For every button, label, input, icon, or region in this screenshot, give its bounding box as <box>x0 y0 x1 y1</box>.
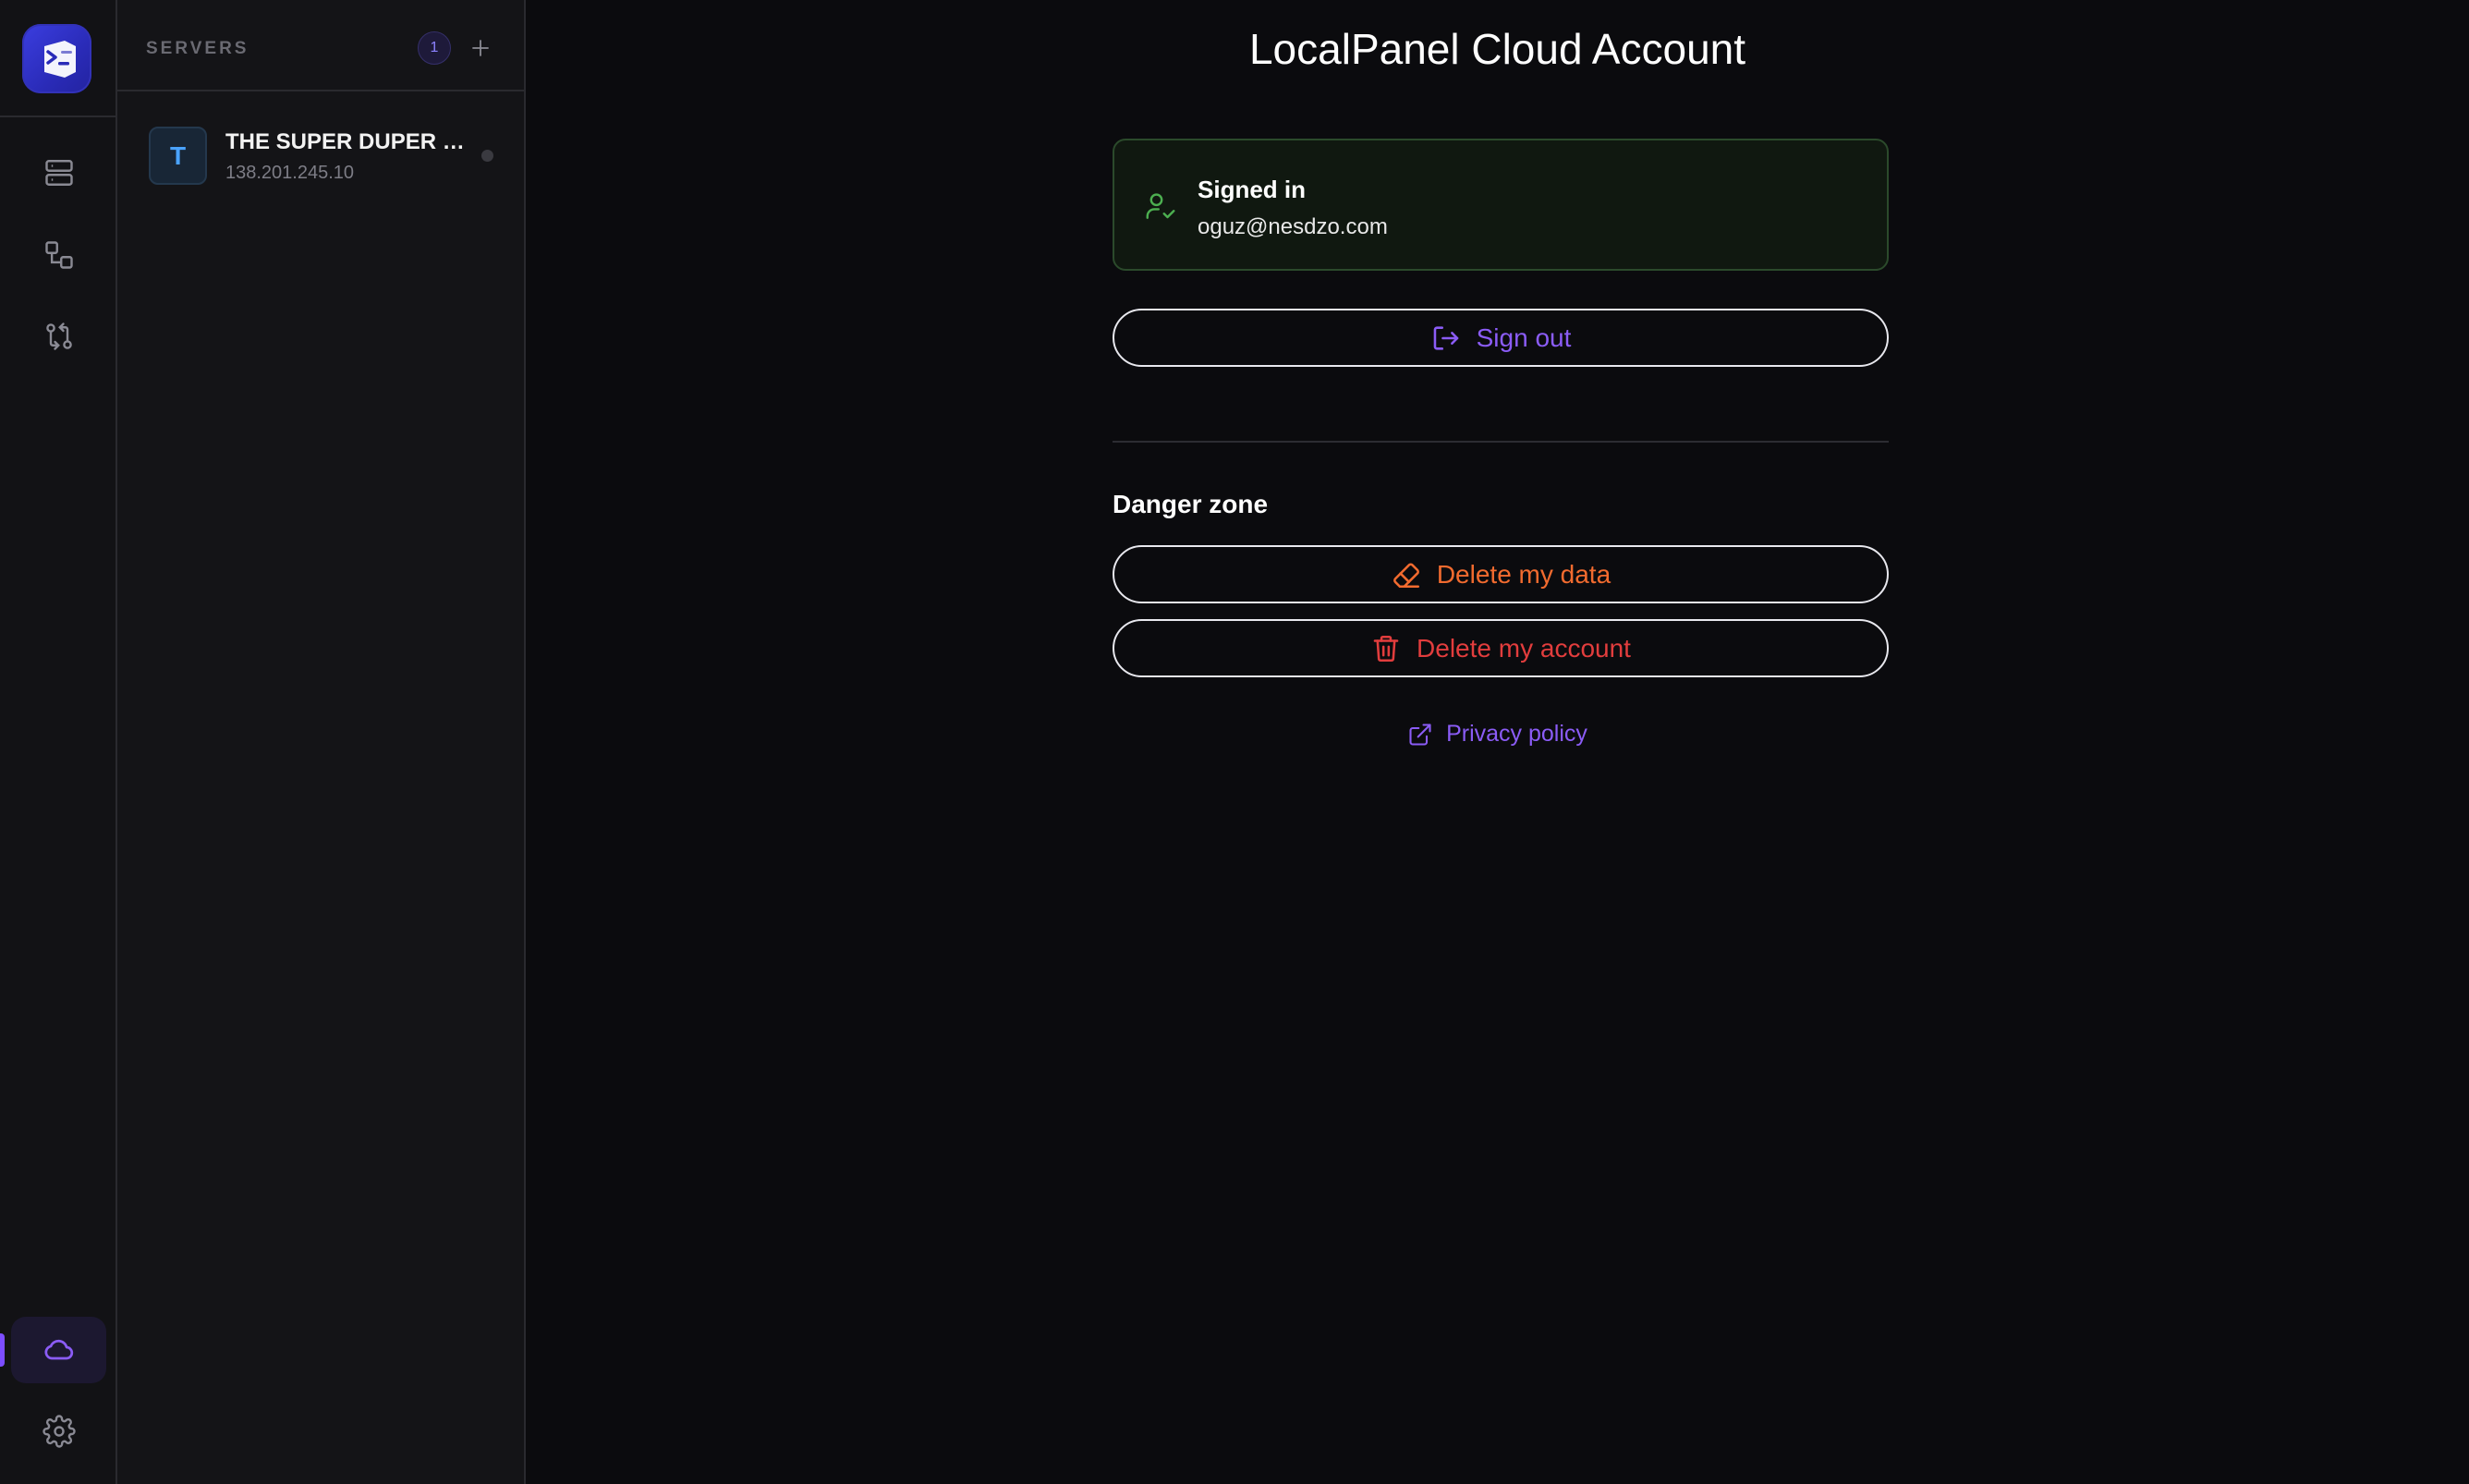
gear-icon <box>42 1415 76 1448</box>
delete-data-label: Delete my data <box>1436 559 1612 589</box>
servers-count-badge: 1 <box>418 31 451 65</box>
add-server-button[interactable] <box>462 30 499 67</box>
account-email: oguz@nesdzo.com <box>1198 214 1388 239</box>
nav-settings-button[interactable] <box>11 1398 106 1465</box>
signed-in-label: Signed in <box>1198 176 1306 203</box>
sign-out-label: Sign out <box>1476 322 1572 352</box>
nav-servers-button[interactable] <box>11 140 106 206</box>
signed-in-card: Signed in oguz@nesdzo.com <box>1113 139 1889 271</box>
log-out-icon <box>1433 325 1458 350</box>
delete-account-button[interactable]: Delete my account <box>1113 619 1889 677</box>
rail-divider <box>0 116 117 117</box>
eraser-icon <box>1393 562 1419 588</box>
server-avatar: T <box>149 127 207 185</box>
nav-cloud-button[interactable] <box>11 1317 106 1383</box>
active-indicator <box>0 1333 5 1367</box>
servers-icon <box>44 160 73 186</box>
localpanel-logo-icon[interactable] <box>22 24 91 93</box>
icon-rail <box>0 0 117 1484</box>
page-title: LocalPanel Cloud Account <box>1248 25 1746 73</box>
server-ip: 138.201.245.10 <box>225 163 355 183</box>
app-window: SERVERS 1 T THE SUPER DUPER S... 138.201… <box>0 0 2469 1484</box>
sign-out-button[interactable]: Sign out <box>1113 309 1889 367</box>
delete-data-button[interactable]: Delete my data <box>1113 545 1889 603</box>
trash-icon <box>1373 635 1399 662</box>
section-divider <box>1113 441 1889 443</box>
cloud-icon <box>43 1339 73 1360</box>
privacy-policy-label: Privacy policy <box>1446 721 1587 747</box>
plus-icon <box>472 40 489 56</box>
server-name: THE SUPER DUPER S... <box>225 129 468 154</box>
server-list-item[interactable]: T THE SUPER DUPER S... 138.201.245.10 <box>130 115 511 196</box>
privacy-policy-link[interactable]: Privacy policy <box>526 721 2469 748</box>
servers-panel: SERVERS 1 T THE SUPER DUPER S... 138.201… <box>117 0 526 1484</box>
nav-transfer-button[interactable] <box>11 303 106 370</box>
transfer-icon <box>45 322 72 350</box>
servers-title: SERVERS <box>146 39 249 58</box>
delete-account-label: Delete my account <box>1417 633 1631 663</box>
servers-header: SERVERS 1 <box>117 0 524 91</box>
external-link-icon <box>1409 723 1431 746</box>
account-page: LocalPanel Cloud Account Signed in oguz@… <box>526 0 2469 1484</box>
user-check-icon <box>1146 193 1175 219</box>
nav-connections-button[interactable] <box>11 222 106 288</box>
connections-icon <box>44 241 73 269</box>
danger-zone-title: Danger zone <box>1113 490 1269 518</box>
server-status-dot <box>481 150 493 162</box>
